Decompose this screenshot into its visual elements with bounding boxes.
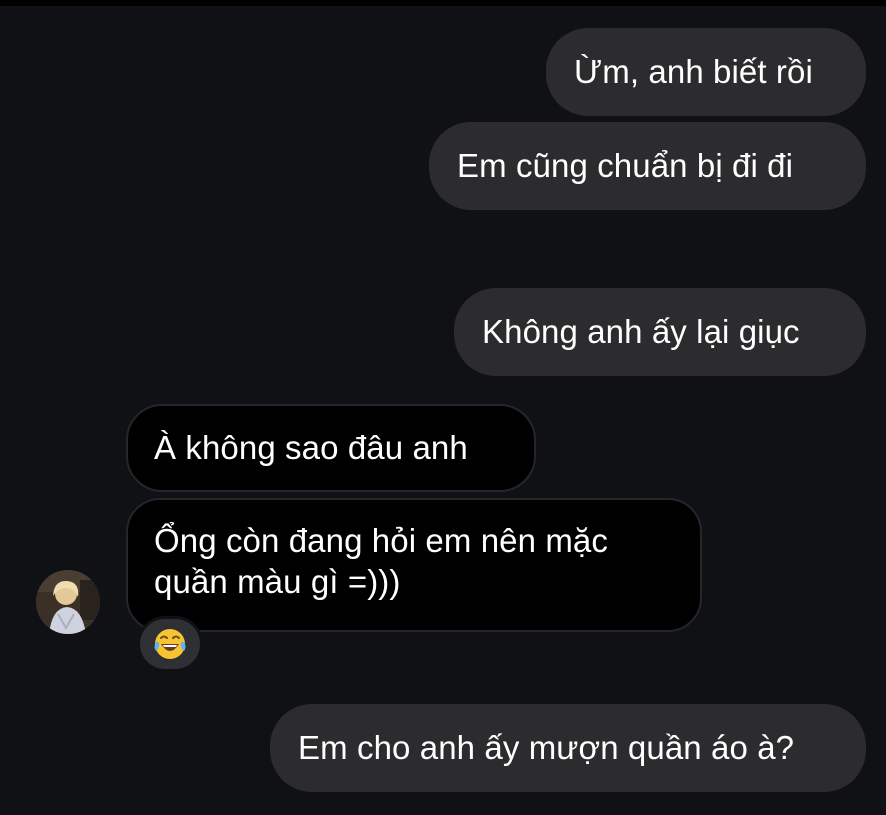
sent-message-bubble[interactable]: Em cho anh ấy mượn quần áo à?	[270, 704, 866, 792]
face-with-tears-of-joy-icon	[154, 629, 186, 659]
received-message-bubble[interactable]: À không sao đâu anh	[126, 404, 536, 492]
message-reaction[interactable]	[137, 616, 203, 672]
top-edge	[0, 0, 886, 6]
avatar-image	[36, 570, 100, 634]
sent-message-bubble[interactable]: Không anh ấy lại giục	[454, 288, 866, 376]
received-message-bubble[interactable]: Ổng còn đang hỏi em nên mặc quần màu gì …	[126, 498, 702, 632]
contact-avatar[interactable]	[36, 570, 100, 634]
sent-message-bubble[interactable]: Ừm, anh biết rồi	[546, 28, 866, 116]
sent-message-bubble[interactable]: Em cũng chuẩn bị đi đi	[429, 122, 866, 210]
